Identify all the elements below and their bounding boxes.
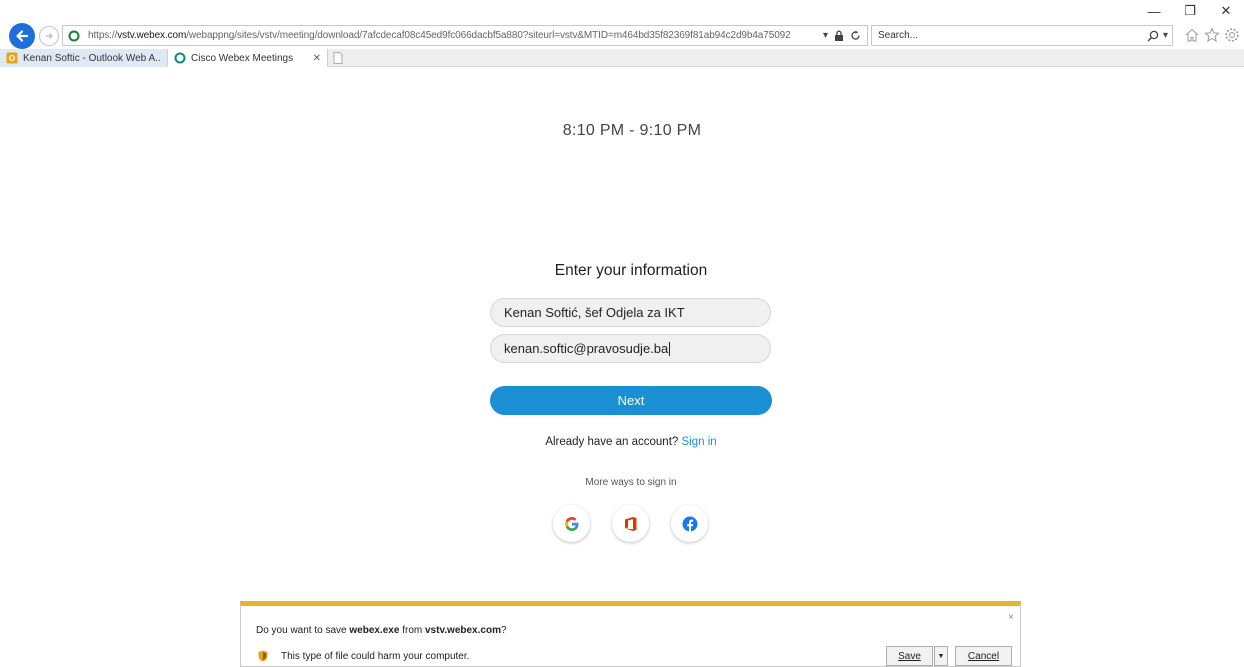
search-icon[interactable]	[1147, 30, 1159, 42]
lock-icon[interactable]	[834, 30, 844, 41]
forward-button[interactable]	[39, 26, 59, 46]
webex-icon	[174, 52, 186, 64]
webex-favicon-icon	[68, 30, 80, 41]
google-icon	[564, 516, 578, 531]
back-arrow-icon	[16, 30, 29, 42]
meeting-time: 8:10 PM - 9:10 PM	[562, 122, 702, 139]
download-notification-bar: Do you want to save webex.exe from vstv.…	[240, 601, 1021, 667]
download-close-button[interactable]: ×	[1008, 612, 1014, 623]
tab-strip: O Kenan Softic - Outlook Web A... Cisco …	[0, 49, 1244, 67]
search-dropdown-icon[interactable]: ▾	[1163, 30, 1168, 41]
tab-close-button[interactable]: ✕	[313, 53, 321, 64]
download-source: vstv.webex.com	[425, 625, 501, 636]
close-window-button[interactable]: ✕	[1208, 0, 1244, 22]
home-icon[interactable]	[1184, 27, 1200, 43]
favorites-star-icon[interactable]	[1204, 27, 1220, 43]
new-tab-button[interactable]	[328, 49, 348, 67]
new-tab-icon	[333, 52, 343, 64]
svg-text:O: O	[9, 54, 15, 63]
address-tools: ▾	[823, 30, 861, 41]
tab-outlook[interactable]: O Kenan Softic - Outlook Web A...	[0, 49, 168, 67]
save-button[interactable]: Save	[886, 646, 933, 666]
account-question: Already have an account?	[545, 436, 679, 448]
next-button[interactable]: Next	[490, 386, 772, 415]
save-options-dropdown[interactable]: ▼	[934, 646, 948, 666]
browser-chrome: — ❐ ✕ https://vstv.webex.com/webappng/si…	[0, 0, 1244, 67]
facebook-sign-in-button[interactable]	[671, 505, 708, 542]
tab-webex[interactable]: Cisco Webex Meetings ✕	[168, 49, 328, 67]
tab-outlook-label: Kenan Softic - Outlook Web A...	[23, 52, 161, 64]
office-sign-in-button[interactable]	[612, 505, 649, 542]
browser-toolbar-icons	[1184, 27, 1240, 43]
download-file-name: webex.exe	[349, 625, 400, 636]
chevron-down-icon: ▼	[937, 652, 945, 660]
tab-webex-label: Cisco Webex Meetings	[191, 52, 294, 64]
restore-button[interactable]: ❐	[1172, 0, 1208, 22]
forward-arrow-icon	[46, 33, 53, 39]
email-field[interactable]: kenan.softic@pravosudje.ba	[490, 334, 771, 363]
outlook-icon: O	[6, 52, 18, 64]
download-question: Do you want to save webex.exe from vstv.…	[256, 625, 507, 636]
window-controls: — ❐ ✕	[1136, 0, 1244, 22]
email-field-value: kenan.softic@pravosudje.ba	[504, 341, 669, 356]
download-warning-text: This type of file could harm your comput…	[281, 650, 470, 662]
warning-shield-icon	[258, 650, 268, 662]
account-prompt: Already have an account? Sign in	[0, 436, 1244, 448]
back-button[interactable]	[9, 23, 35, 49]
address-dropdown-icon[interactable]: ▾	[823, 30, 828, 41]
refresh-icon[interactable]	[850, 30, 861, 41]
office-icon	[624, 516, 636, 531]
download-warning: This type of file could harm your comput…	[258, 650, 469, 662]
minimize-button[interactable]: —	[1136, 0, 1172, 22]
name-field[interactable]: Kenan Softić, šef Odjela za IKT	[490, 298, 771, 327]
search-box[interactable]: Search... ▾	[871, 25, 1173, 46]
form-title: Enter your information	[554, 262, 708, 279]
text-caret	[669, 341, 671, 356]
address-bar[interactable]: https://vstv.webex.com/webappng/sites/vs…	[62, 25, 868, 46]
cancel-button[interactable]: Cancel	[955, 646, 1012, 666]
search-tools: ▾	[1147, 30, 1168, 42]
sign-in-link[interactable]: Sign in	[682, 436, 717, 448]
address-url[interactable]: https://vstv.webex.com/webappng/sites/vs…	[88, 30, 823, 41]
more-ways-label: More ways to sign in	[585, 477, 677, 488]
name-field-value: Kenan Softić, šef Odjela za IKT	[504, 305, 685, 320]
search-input[interactable]: Search...	[878, 30, 1147, 41]
settings-gear-icon[interactable]	[1224, 27, 1240, 43]
google-sign-in-button[interactable]	[553, 505, 590, 542]
facebook-icon	[682, 516, 697, 532]
